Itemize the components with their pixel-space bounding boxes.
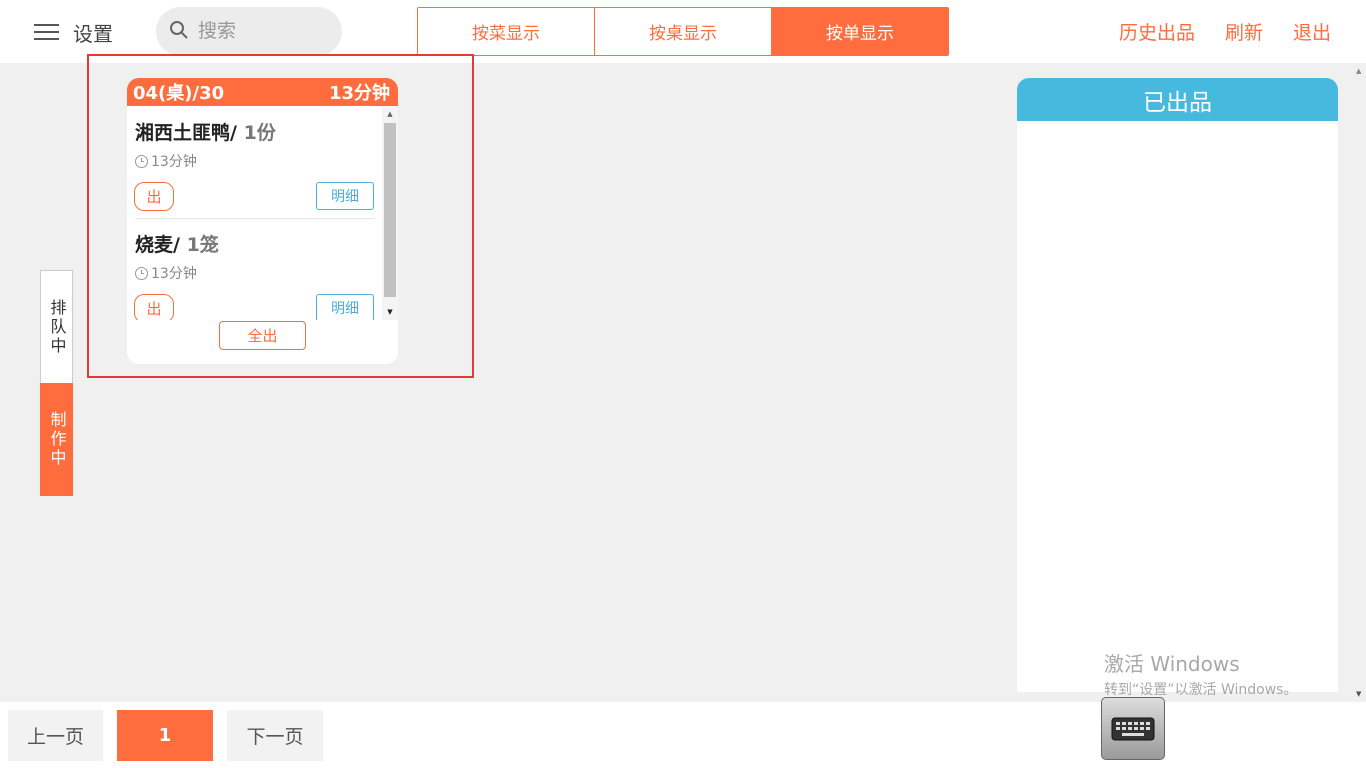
clock-icon bbox=[135, 266, 148, 280]
keyboard-glyph-icon bbox=[1111, 717, 1155, 740]
dish-wait-time: 13分钟 bbox=[135, 151, 197, 171]
tab-by-order[interactable]: 按单显示 bbox=[771, 8, 948, 55]
dish-name: 烧麦/ 1笼 bbox=[135, 234, 219, 256]
scroll-down-arrow-icon[interactable]: ▼ bbox=[382, 304, 398, 320]
served-panel: 已出品 bbox=[1017, 78, 1338, 692]
keyboard-icon[interactable] bbox=[1101, 697, 1165, 760]
dish-detail-button[interactable]: 明细 bbox=[316, 294, 374, 320]
windows-activation-watermark: 激活 Windows 转到“设置”以激活 Windows。 bbox=[1104, 648, 1297, 699]
scroll-thumb[interactable] bbox=[384, 123, 396, 297]
serve-dish-button[interactable]: 出 bbox=[134, 294, 174, 320]
next-page-button[interactable]: 下一页 bbox=[227, 710, 323, 761]
tab-by-dish[interactable]: 按菜显示 bbox=[418, 8, 594, 55]
logout-button[interactable]: 退出 bbox=[1293, 18, 1331, 45]
serve-dish-button[interactable]: 出 bbox=[134, 182, 174, 211]
watermark-subtitle: 转到“设置”以激活 Windows。 bbox=[1104, 682, 1298, 698]
clock-icon bbox=[135, 154, 148, 168]
dish-quantity: 1笼 bbox=[186, 234, 219, 256]
dish-detail-button[interactable]: 明细 bbox=[316, 182, 374, 210]
serve-all-button[interactable]: 全出 bbox=[219, 321, 306, 350]
order-elapsed: 13分钟 bbox=[328, 83, 390, 104]
history-button[interactable]: 历史出品 bbox=[1119, 18, 1195, 45]
prev-page-button[interactable]: 上一页 bbox=[8, 710, 103, 761]
status-side-tabs: 排队中 制作中 bbox=[40, 270, 73, 496]
order-card: 04(桌)/30 13分钟 湘西土匪鸭/ 1份 13分钟 出 明细 烧麦/ 1笼… bbox=[127, 78, 398, 364]
order-items-list[interactable]: 湘西土匪鸭/ 1份 13分钟 出 明细 烧麦/ 1笼 13分钟 出 明细 ▲ ▼ bbox=[127, 106, 398, 320]
top-actions: 历史出品 刷新 退出 bbox=[1119, 18, 1331, 45]
search-input[interactable] bbox=[198, 17, 328, 45]
search-icon bbox=[170, 21, 188, 39]
scroll-up-arrow-icon[interactable]: ▲ bbox=[1356, 67, 1361, 75]
scroll-down-arrow-icon[interactable]: ▼ bbox=[1356, 690, 1361, 698]
dish-wait-time: 13分钟 bbox=[135, 263, 197, 283]
list-item: 湘西土匪鸭/ 1份 13分钟 出 明细 bbox=[134, 106, 375, 218]
order-title: 04(桌)/30 bbox=[133, 83, 225, 104]
order-list-scrollbar[interactable]: ▲ ▼ bbox=[382, 106, 398, 320]
served-panel-title: 已出品 bbox=[1017, 78, 1338, 121]
side-tab-queued[interactable]: 排队中 bbox=[40, 270, 73, 383]
watermark-title: 激活 Windows bbox=[1104, 652, 1240, 676]
scroll-up-arrow-icon[interactable]: ▲ bbox=[382, 106, 398, 122]
order-card-header: 04(桌)/30 13分钟 bbox=[127, 78, 398, 106]
list-item: 烧麦/ 1笼 13分钟 出 明细 bbox=[134, 218, 375, 320]
dish-quantity: 1份 bbox=[243, 122, 276, 144]
settings-button[interactable]: 设置 bbox=[73, 18, 113, 47]
current-page-button[interactable]: 1 bbox=[117, 710, 213, 761]
side-tab-in-progress[interactable]: 制作中 bbox=[40, 383, 73, 496]
tab-by-table[interactable]: 按桌显示 bbox=[594, 8, 771, 55]
dish-name: 湘西土匪鸭/ 1份 bbox=[135, 122, 276, 144]
refresh-button[interactable]: 刷新 bbox=[1225, 18, 1263, 45]
view-mode-tabs: 按菜显示 按桌显示 按单显示 bbox=[417, 7, 949, 56]
menu-icon[interactable] bbox=[34, 24, 59, 40]
search-box[interactable] bbox=[156, 7, 342, 56]
page-scrollbar[interactable]: ▲ ▼ bbox=[1354, 63, 1366, 702]
